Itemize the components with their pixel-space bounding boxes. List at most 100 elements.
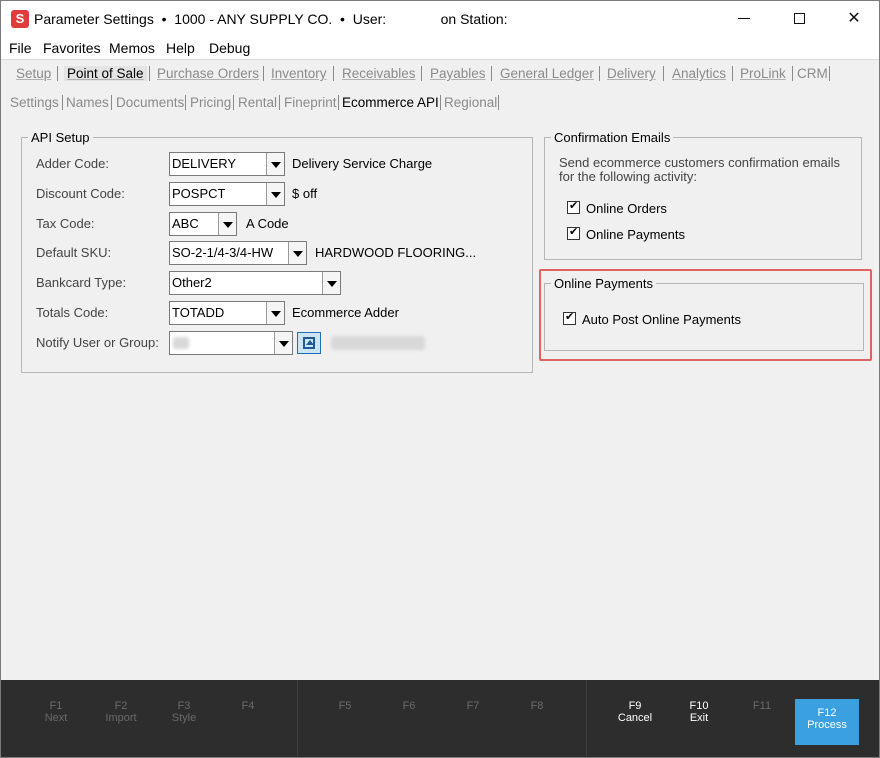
tab-separator	[57, 66, 58, 81]
notify-select[interactable]	[169, 331, 293, 355]
tab-crm[interactable]: CRM	[797, 66, 828, 81]
f5-button: F5	[338, 700, 352, 712]
minimize-button[interactable]	[721, 1, 767, 37]
tab-separator	[111, 95, 112, 110]
adder-code-label: Adder Code:	[36, 156, 109, 171]
tab-setup[interactable]: Setup	[16, 66, 51, 81]
subtab-regional[interactable]: Regional	[444, 95, 497, 110]
tax-code-description: A Code	[246, 216, 289, 231]
chevron-down-icon[interactable]	[266, 153, 284, 175]
subtab-ecommerce-api[interactable]: Ecommerce API	[342, 95, 439, 110]
chevron-down-icon[interactable]	[266, 302, 284, 324]
tab-separator	[279, 95, 280, 110]
window-title: Parameter Settings • 1000 - ANY SUPPLY C…	[34, 11, 508, 27]
online-orders-checkbox[interactable]	[567, 199, 580, 214]
tab-purchase-orders[interactable]: Purchase Orders	[157, 66, 259, 81]
totals-code-label: Totals Code:	[36, 305, 109, 320]
tab-separator	[663, 66, 664, 81]
tab-general-ledger[interactable]: General Ledger	[500, 66, 594, 81]
f9-cancel-button[interactable]: F9 Cancel	[603, 700, 667, 746]
auto-post-label[interactable]: Auto Post Online Payments	[582, 312, 741, 327]
menu-favorites[interactable]: Favorites	[43, 40, 101, 56]
online-orders-label[interactable]: Online Orders	[586, 201, 667, 216]
discount-code-label: Discount Code:	[36, 186, 125, 201]
subtab-documents[interactable]: Documents	[116, 95, 184, 110]
discount-code-select[interactable]: POSPCT	[169, 182, 285, 206]
close-icon: ✕	[847, 10, 861, 27]
tab-separator	[792, 66, 793, 81]
close-button[interactable]: ✕	[831, 1, 877, 37]
tab-separator	[829, 66, 830, 81]
f3-style-button: F3 Style	[171, 700, 197, 724]
fkey-separator	[586, 680, 587, 757]
adder-code-value: DELIVERY	[172, 156, 237, 171]
adder-code-select[interactable]: DELIVERY	[169, 152, 285, 176]
chevron-down-icon[interactable]	[288, 242, 306, 264]
tab-receivables[interactable]: Receivables	[342, 66, 416, 81]
f10-exit-button[interactable]: F10 Exit	[667, 700, 731, 746]
discount-code-value: POSPCT	[172, 186, 226, 201]
lookup-arrow-icon	[306, 340, 314, 345]
subtab-fineprint[interactable]: Fineprint	[284, 95, 337, 110]
tab-inventory[interactable]: Inventory	[271, 66, 327, 81]
online-payments-label[interactable]: Online Payments	[586, 227, 685, 242]
default-sku-description: HARDWOOD FLOORING...	[315, 245, 477, 260]
tab-analytics[interactable]: Analytics	[672, 66, 726, 81]
tab-payables[interactable]: Payables	[430, 66, 486, 81]
chevron-down-icon[interactable]	[322, 272, 340, 294]
tab-separator	[62, 95, 63, 110]
tab-separator	[421, 66, 422, 81]
auto-post-checkbox[interactable]	[563, 310, 576, 325]
tab-prolink[interactable]: ProLink	[740, 66, 786, 81]
function-key-bar: F1 Next F2 Import F3 Style F4 F5 F6 F7 F8 F…	[1, 680, 879, 757]
tax-code-select[interactable]: ABC	[169, 212, 237, 236]
f12-process-button[interactable]: F12 Process	[795, 699, 859, 745]
f2-import-button: F2 Import	[105, 700, 137, 724]
tab-separator	[732, 66, 733, 81]
chevron-down-icon[interactable]	[274, 332, 292, 354]
chevron-down-icon[interactable]	[218, 213, 236, 235]
f6-button: F6	[402, 700, 416, 712]
tab-separator	[333, 66, 334, 81]
default-sku-label: Default SKU:	[36, 245, 112, 260]
tab-separator	[338, 95, 339, 110]
menu-debug[interactable]: Debug	[209, 40, 250, 56]
f8-button: F8	[530, 700, 544, 712]
subtab-settings[interactable]: Settings	[10, 95, 59, 110]
lookup-button[interactable]	[297, 332, 321, 354]
f1-next-button: F1 Next	[44, 700, 68, 724]
subtab-names[interactable]: Names	[66, 95, 109, 110]
adder-code-description: Delivery Service Charge	[292, 156, 433, 171]
menu-memos[interactable]: Memos	[109, 40, 155, 56]
tab-point-of-sale[interactable]: Point of Sale	[64, 66, 147, 81]
discount-code-description: $ off	[292, 186, 318, 201]
default-sku-select[interactable]: SO-2-1/4-3/4-HW	[169, 241, 307, 265]
bankcard-type-label: Bankcard Type:	[36, 275, 127, 290]
f7-button: F7	[466, 700, 480, 712]
online-payments-title: Online Payments	[551, 276, 656, 291]
totals-code-select[interactable]: TOTADD	[169, 301, 285, 325]
online-payments-checkbox[interactable]	[567, 225, 580, 240]
notify-label: Notify User or Group:	[36, 335, 159, 350]
title-bar: S Parameter Settings • 1000 - ANY SUPPLY…	[1, 1, 879, 37]
maximize-button[interactable]	[776, 1, 822, 37]
tab-separator	[185, 95, 186, 110]
app-logo-icon: S	[11, 10, 29, 28]
api-setup-title: API Setup	[28, 130, 93, 145]
tab-separator	[491, 66, 492, 81]
bankcard-type-select[interactable]: Other2	[169, 271, 341, 295]
tab-delivery[interactable]: Delivery	[607, 66, 656, 81]
minimize-icon	[738, 18, 750, 20]
menu-file[interactable]: File	[9, 40, 32, 56]
menu-bar: File Favorites Memos Help Debug	[1, 37, 879, 59]
subtab-pricing[interactable]: Pricing	[190, 95, 231, 110]
chevron-down-icon[interactable]	[266, 183, 284, 205]
default-sku-value: SO-2-1/4-3/4-HW	[172, 245, 274, 260]
redacted-user-name	[331, 336, 425, 350]
tab-separator	[599, 66, 600, 81]
tab-separator	[263, 66, 264, 81]
subtab-rental[interactable]: Rental	[238, 95, 277, 110]
tax-code-label: Tax Code:	[36, 216, 95, 231]
menu-help[interactable]: Help	[166, 40, 195, 56]
totals-code-description: Ecommerce Adder	[292, 305, 399, 320]
